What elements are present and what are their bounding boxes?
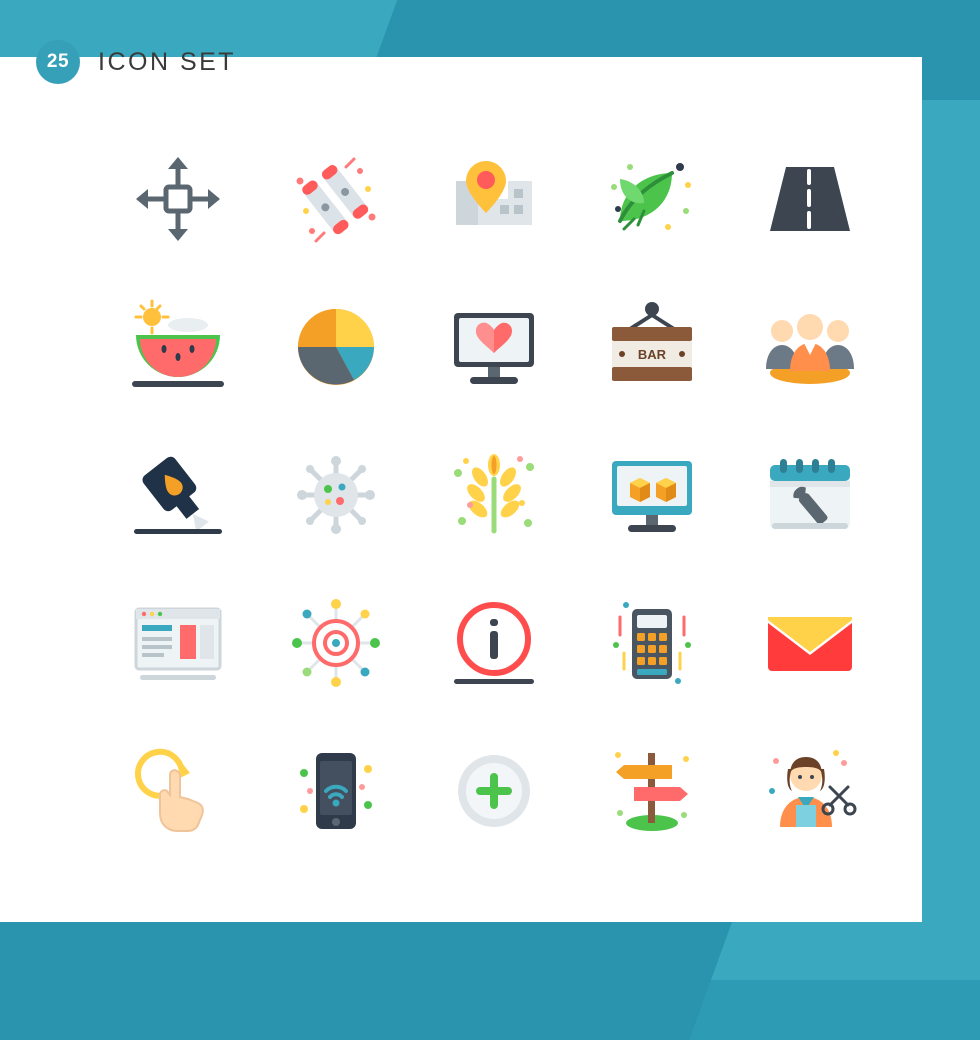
icon-cell-envelope-mail[interactable] [736,569,884,717]
water-pump-icon [134,456,222,534]
pie-chart-icon [298,309,374,385]
icon-cell-pie-chart[interactable] [262,273,410,421]
bar-sign-icon: BAR [612,302,692,381]
svg-text:BAR: BAR [638,347,667,362]
icon-cell-monitor-boxes[interactable] [578,421,726,569]
icon-grid: BAR [104,125,884,865]
rotate-gesture-icon [135,748,204,832]
icon-cell-hairdresser[interactable] [736,717,884,865]
add-circle-icon [458,755,530,827]
icon-cell-move-arrows[interactable] [104,125,252,273]
icon-cell-info-circle[interactable] [420,569,568,717]
web-layout-icon [134,607,222,680]
info-circle-icon [454,602,534,684]
icon-cell-mobile-wifi[interactable] [262,717,410,865]
icon-cell-road[interactable] [736,125,884,273]
bacteria-germ-icon [297,456,375,534]
target-network-icon [292,599,380,687]
move-arrows-icon [136,157,220,241]
hairdresser-icon [769,750,857,827]
map-location-pin-icon [456,161,532,225]
header: 25 ICON SET [36,40,236,84]
leaf-eco-icon [611,163,691,231]
mobile-wifi-icon [300,753,372,829]
direction-signpost-icon [615,752,689,831]
monitor-heart-icon [454,313,534,384]
icon-cell-web-layout[interactable] [104,569,252,717]
icon-cell-target-network[interactable] [262,569,410,717]
page-title: ICON SET [98,47,237,76]
monitor-boxes-icon [612,461,692,532]
icon-cell-add-circle[interactable] [420,717,568,865]
envelope-mail-icon [768,617,852,671]
watermelon-icon [132,299,224,387]
icon-cell-bacteria-germ[interactable] [262,421,410,569]
team-group-icon [766,314,854,384]
icon-cell-rotate-gesture[interactable] [104,717,252,865]
icon-cell-direction-signpost[interactable] [578,717,726,865]
wheat-plant-icon [454,454,534,534]
icon-cell-firecracker[interactable] [262,125,410,273]
calendar-wrench-icon [770,459,850,529]
icon-cell-leaf-eco[interactable] [578,125,726,273]
calculator-icon [613,602,691,684]
icon-count-badge: 25 [36,40,80,84]
icon-cell-water-pump[interactable] [104,421,252,569]
icon-cell-calculator[interactable] [578,569,726,717]
icon-cell-wheat-plant[interactable] [420,421,568,569]
icon-cell-bar-sign[interactable]: BAR [578,273,726,421]
icon-cell-watermelon[interactable] [104,273,252,421]
icon-cell-map-location-pin[interactable] [420,125,568,273]
icon-cell-monitor-heart[interactable] [420,273,568,421]
icon-cell-calendar-wrench[interactable] [736,421,884,569]
road-icon [770,167,850,231]
icon-cell-team-group[interactable] [736,273,884,421]
firecracker-icon [296,157,376,243]
